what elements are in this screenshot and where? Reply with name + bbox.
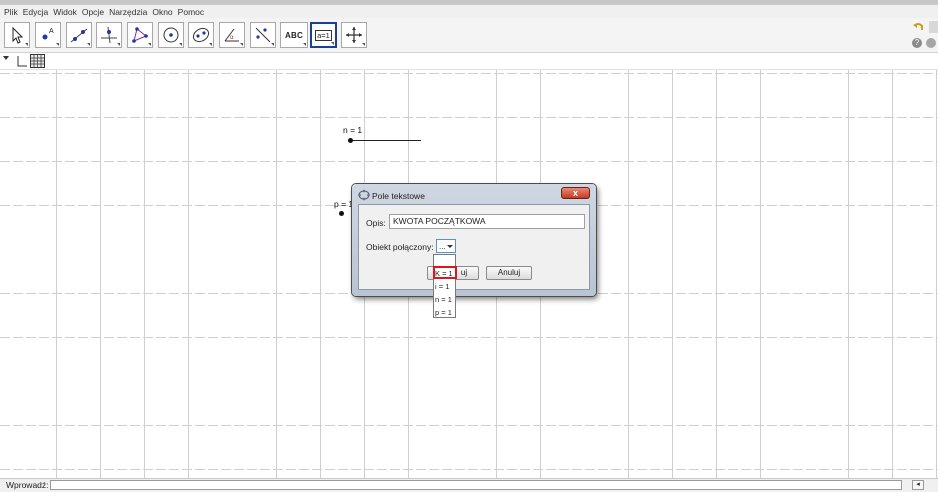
angle-tool[interactable]: α xyxy=(219,22,245,48)
axes-toggle-icon[interactable] xyxy=(13,56,27,67)
svg-text:α: α xyxy=(230,35,234,41)
move-view-tool[interactable] xyxy=(341,22,367,48)
menu-help[interactable]: Pomoc xyxy=(178,7,204,17)
input-label: Wprowadź: xyxy=(6,480,49,490)
selection-highlight xyxy=(433,266,457,279)
dropdown-item-i[interactable]: i = 1 xyxy=(435,282,449,291)
text-field-dialog: Pole tekstowe x Opis: KWOTA POCZĄTKOWA O… xyxy=(352,184,596,296)
svg-text:A: A xyxy=(49,28,54,35)
dropdown-item-p[interactable]: p = 1 xyxy=(435,308,452,317)
linked-object-combo[interactable]: ... xyxy=(436,239,456,253)
ellipse-tool[interactable] xyxy=(188,22,214,48)
slider-icon: a=1 xyxy=(315,29,332,41)
angle-alpha-icon: α xyxy=(224,28,239,42)
text-tool[interactable]: ABC xyxy=(280,22,308,48)
menu-window[interactable]: Okno xyxy=(152,7,172,17)
close-button[interactable]: x xyxy=(561,187,590,199)
perpendicular-line-icon xyxy=(101,26,117,44)
slider-p-point[interactable] xyxy=(339,211,344,216)
redo-button[interactable] xyxy=(929,21,938,33)
slider-n-track[interactable] xyxy=(351,140,421,141)
cancel-button[interactable]: Anuluj xyxy=(486,266,532,280)
circle-center-point-icon xyxy=(163,27,179,43)
menu-view[interactable]: Widok xyxy=(53,7,77,17)
reflect-tool[interactable] xyxy=(250,22,276,48)
move-graphics-view-icon xyxy=(346,27,362,43)
slider-n-label: n = 1 xyxy=(343,125,363,135)
menu-edit[interactable]: Edycja xyxy=(23,7,49,17)
dialog-title: Pole tekstowe xyxy=(372,191,425,201)
undo-icon xyxy=(913,23,923,30)
linked-object-label: Obiekt połączony: xyxy=(366,242,434,252)
polygon-icon xyxy=(132,27,148,43)
reflect-line-icon xyxy=(255,27,271,43)
input-field[interactable] xyxy=(50,480,902,490)
opis-label: Opis: xyxy=(366,218,386,228)
slider-tool[interactable]: a=1 xyxy=(310,22,337,48)
move-tool[interactable] xyxy=(4,22,30,48)
combo-value: ... xyxy=(439,242,446,251)
input-help-button[interactable]: ◂ xyxy=(912,480,924,490)
opis-input[interactable]: KWOTA POCZĄTKOWA xyxy=(389,214,585,229)
menu-file[interactable]: Plik xyxy=(4,7,18,17)
linked-object-dropdown: K = 1 i = 1 n = 1 p = 1 xyxy=(433,254,456,318)
point-tool[interactable]: A xyxy=(35,22,61,48)
geogebra-icon xyxy=(358,189,370,201)
ellipse-icon xyxy=(192,27,210,43)
line-through-points-icon xyxy=(70,28,88,43)
toolbar: A α ABC a=1 ? xyxy=(0,18,938,53)
chevron-down-icon xyxy=(447,245,453,248)
circle-tool[interactable] xyxy=(158,22,184,48)
perpendicular-tool[interactable] xyxy=(96,22,122,48)
stylebar-toggle-icon[interactable] xyxy=(3,56,9,60)
point-a-icon: A xyxy=(42,28,54,40)
line-tool[interactable] xyxy=(66,22,92,48)
grid-toggle-icon[interactable] xyxy=(30,54,45,68)
cursor-arrow-icon xyxy=(12,26,24,44)
dropdown-item-n[interactable]: n = 1 xyxy=(435,295,452,304)
help-icon[interactable]: ? xyxy=(912,38,922,48)
menu-tools[interactable]: Narzędzia xyxy=(109,7,147,17)
undo-button[interactable] xyxy=(912,21,924,33)
settings-gear-icon[interactable] xyxy=(926,38,936,48)
menu-bar: Plik Edycja Widok Opcje Narzędzia Okno P… xyxy=(0,5,938,18)
slider-p-label: p = 1 xyxy=(334,199,354,209)
polygon-tool[interactable] xyxy=(127,22,153,48)
slider-n-point[interactable] xyxy=(348,138,353,143)
style-bar xyxy=(0,53,938,70)
text-abc-icon: ABC xyxy=(285,30,303,40)
input-bar: Wprowadź: ◂ xyxy=(0,478,938,492)
menu-options[interactable]: Opcje xyxy=(82,7,104,17)
dialog-body: Opis: KWOTA POCZĄTKOWA Obiekt połączony:… xyxy=(358,204,590,290)
